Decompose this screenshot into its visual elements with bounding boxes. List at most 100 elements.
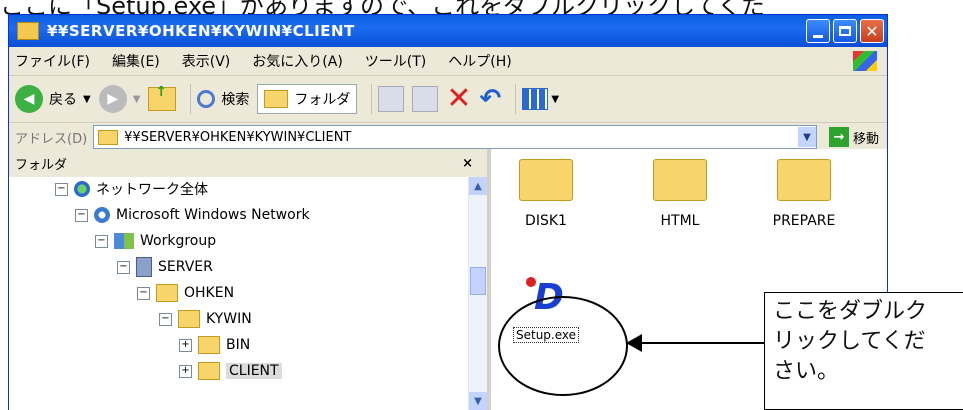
file-label: DISK1	[525, 213, 567, 229]
content-area: フォルダ × − ネットワーク全体 − Microsoft Windows Ne…	[9, 149, 887, 410]
back-arrow-icon: ◀	[15, 85, 43, 113]
collapse-icon: −	[95, 234, 108, 248]
maximize-icon	[839, 26, 851, 36]
back-button[interactable]: ◀ 戻る ▼	[15, 85, 91, 113]
folders-button[interactable]: フォルダ	[257, 84, 358, 114]
address-input[interactable]: ¥¥SERVER¥OHKEN¥KYWIN¥CLIENT ▼	[93, 125, 817, 149]
toolbar-separator	[190, 84, 192, 114]
collapse-icon: −	[75, 208, 88, 222]
go-button[interactable]: → 移動	[828, 127, 879, 147]
menu-file[interactable]: ファイル(F)	[15, 51, 90, 71]
copy-to-button[interactable]	[412, 86, 439, 112]
folder-open-icon	[198, 362, 220, 380]
folder-icon	[98, 129, 119, 145]
tree-item-entire-network[interactable]: − ネットワーク全体	[55, 177, 208, 201]
undo-icon: ↶	[479, 84, 502, 114]
chevron-up-icon: ▲	[474, 180, 482, 192]
tree-label: BIN	[226, 337, 251, 353]
move-to-button[interactable]	[378, 86, 405, 112]
tree-item-microsoft-windows-network[interactable]: − Microsoft Windows Network	[75, 203, 310, 227]
minimize-button[interactable]	[806, 19, 830, 43]
file-label: PREPARE	[772, 213, 836, 229]
folders-label: フォルダ	[294, 92, 351, 108]
chevron-down-icon: ▼	[803, 131, 811, 143]
delete-x-icon: ✕	[446, 81, 472, 116]
menu-edit[interactable]: 編集(E)	[112, 51, 160, 71]
folder-icon	[653, 159, 707, 201]
views-icon	[522, 88, 549, 110]
tree-item-server[interactable]: − SERVER	[117, 255, 213, 279]
callout-line: さい。	[773, 359, 840, 384]
folder-icon	[519, 159, 573, 201]
menu-favorites[interactable]: お気に入り(A)	[252, 51, 343, 71]
delete-button[interactable]: ✕	[446, 81, 472, 116]
tree-item-kywin[interactable]: − KYWIN	[159, 307, 252, 331]
folder-pane-header: フォルダ ×	[9, 149, 487, 177]
search-icon	[197, 90, 216, 108]
address-value: ¥¥SERVER¥OHKEN¥KYWIN¥CLIENT	[124, 129, 352, 145]
tree-label: Microsoft Windows Network	[116, 207, 310, 223]
workgroup-icon	[114, 233, 134, 249]
vertical-scrollbar[interactable]: ▲ ▼	[468, 177, 487, 410]
tree-item-client[interactable]: + CLIENT	[179, 359, 282, 383]
scroll-up-button[interactable]: ▲	[469, 177, 487, 195]
title-bar[interactable]: ¥¥SERVER¥OHKEN¥KYWIN¥CLIENT ✕	[9, 15, 887, 47]
menu-view[interactable]: 表示(V)	[182, 51, 231, 71]
folder-icon	[17, 22, 39, 40]
file-item-prepare[interactable]: PREPARE	[759, 159, 849, 229]
callout-line: リックしてくだ	[773, 329, 926, 354]
callout-arrowhead-icon	[626, 334, 642, 352]
undo-button[interactable]: ↶	[480, 84, 502, 114]
scroll-thumb[interactable]	[470, 267, 486, 295]
computer-icon	[136, 257, 152, 277]
chevron-down-icon: ▼	[551, 93, 560, 105]
tree-label: CLIENT	[226, 363, 282, 379]
tree-label: OHKEN	[184, 285, 235, 301]
close-button[interactable]: ✕	[860, 19, 884, 43]
views-button[interactable]: ▼	[522, 88, 559, 110]
close-icon: ✕	[865, 21, 879, 41]
callout-arrow-line	[630, 342, 764, 344]
file-item-html[interactable]: HTML	[635, 159, 725, 229]
tree-item-ohken[interactable]: − OHKEN	[137, 281, 234, 305]
network-icon	[94, 207, 110, 223]
collapse-icon: −	[137, 286, 150, 300]
collapse-icon: −	[117, 260, 130, 274]
up-folder-icon: ↑	[148, 84, 177, 111]
folder-pane-title: フォルダ	[15, 157, 68, 173]
search-label: 検索	[221, 92, 250, 108]
highlight-circle	[498, 296, 628, 396]
minimize-icon	[813, 34, 823, 38]
collapse-icon: −	[55, 182, 68, 196]
menu-bar: ファイル(F) 編集(E) 表示(V) お気に入り(A) ツール(T) ヘルプ(…	[9, 47, 887, 76]
folder-pane-close-button[interactable]: ×	[462, 156, 473, 171]
tree-label: Workgroup	[140, 233, 217, 249]
maximize-button[interactable]	[833, 19, 857, 43]
up-folder-button[interactable]: ↑	[148, 84, 177, 111]
address-dropdown-button[interactable]: ▼	[797, 127, 816, 147]
go-label: 移動	[852, 131, 879, 147]
tree-label: SERVER	[158, 259, 213, 275]
file-item-disk1[interactable]: DISK1	[501, 159, 591, 229]
address-bar: アドレス(D) ¥¥SERVER¥OHKEN¥KYWIN¥CLIENT ▼ → …	[9, 123, 887, 152]
globe-icon	[74, 181, 90, 197]
callout-box: ここをダブルク リックしてくだ さい。	[764, 292, 963, 410]
tree-item-bin[interactable]: + BIN	[179, 333, 250, 357]
share-icon	[156, 284, 178, 302]
tree-label: KYWIN	[206, 311, 252, 327]
tree-label: ネットワーク全体	[96, 182, 208, 198]
chevron-down-icon: ▼	[83, 93, 91, 105]
expand-icon: +	[179, 338, 192, 352]
menu-tools[interactable]: ツール(T)	[365, 51, 426, 71]
folder-pane: フォルダ × − ネットワーク全体 − Microsoft Windows Ne…	[9, 149, 491, 410]
chevron-down-icon: ▼	[132, 93, 141, 105]
folder-icon	[777, 159, 831, 201]
forward-button[interactable]: ▶ ▼	[98, 85, 141, 113]
go-arrow-icon: →	[828, 127, 849, 147]
file-label: HTML	[660, 213, 700, 229]
scroll-down-button[interactable]: ▼	[469, 392, 487, 410]
folder-icon	[198, 336, 220, 354]
menu-help[interactable]: ヘルプ(H)	[448, 51, 511, 71]
search-button[interactable]: 検索	[197, 89, 249, 109]
tree-item-workgroup[interactable]: − Workgroup	[95, 229, 216, 253]
